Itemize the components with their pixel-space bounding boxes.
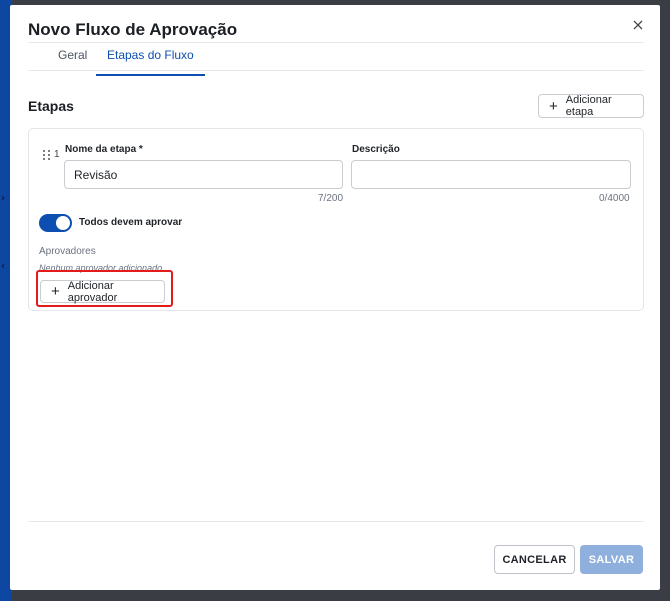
add-step-label: Adicionar etapa bbox=[565, 94, 612, 118]
step-number: 1 bbox=[54, 149, 60, 160]
plus-icon: + bbox=[549, 97, 558, 115]
approvers-empty-text: Nenhum aprovador adicionado. bbox=[39, 263, 165, 273]
dialog-title: Novo Fluxo de Aprovação bbox=[28, 20, 238, 39]
steps-section-title: Etapas bbox=[28, 98, 74, 114]
tab-flow-steps[interactable]: Etapas do Fluxo bbox=[96, 48, 205, 76]
description-label: Descrição bbox=[352, 144, 400, 155]
step-card: 1 Nome da etapa * Revisão 7/200 Descriçã… bbox=[28, 128, 644, 311]
tabs-divider bbox=[28, 70, 644, 71]
add-approver-label: Adicionar aprovador bbox=[67, 279, 118, 304]
close-button[interactable] bbox=[628, 15, 648, 35]
header-divider bbox=[28, 42, 644, 43]
step-name-counter: 7/200 bbox=[318, 193, 344, 204]
drag-handle-icon[interactable] bbox=[43, 150, 51, 160]
save-button[interactable]: SALVAR bbox=[580, 545, 643, 574]
all-must-approve-label: Todos devem aprovar bbox=[79, 217, 183, 228]
description-input[interactable] bbox=[351, 160, 631, 189]
step-name-input[interactable]: Revisão bbox=[64, 160, 343, 189]
approval-flow-dialog: Novo Fluxo de Aprovação Geral Etapas do … bbox=[10, 5, 660, 590]
all-must-approve-toggle[interactable] bbox=[39, 214, 72, 232]
close-icon bbox=[633, 20, 643, 30]
add-step-button[interactable]: + Adicionar etapa bbox=[538, 94, 644, 118]
step-name-label: Nome da etapa * bbox=[65, 144, 143, 155]
add-approver-button[interactable]: + Adicionar aprovador bbox=[40, 279, 165, 304]
approvers-label: Aprovadores bbox=[39, 246, 96, 257]
description-counter: 0/4000 bbox=[599, 193, 630, 204]
background-glyph: › bbox=[1, 193, 5, 204]
plus-icon: + bbox=[51, 283, 60, 300]
background-glyph: ‹ bbox=[1, 261, 5, 272]
cancel-button[interactable]: CANCELAR bbox=[494, 545, 575, 574]
footer-divider bbox=[28, 521, 644, 522]
toggle-knob bbox=[56, 216, 70, 230]
